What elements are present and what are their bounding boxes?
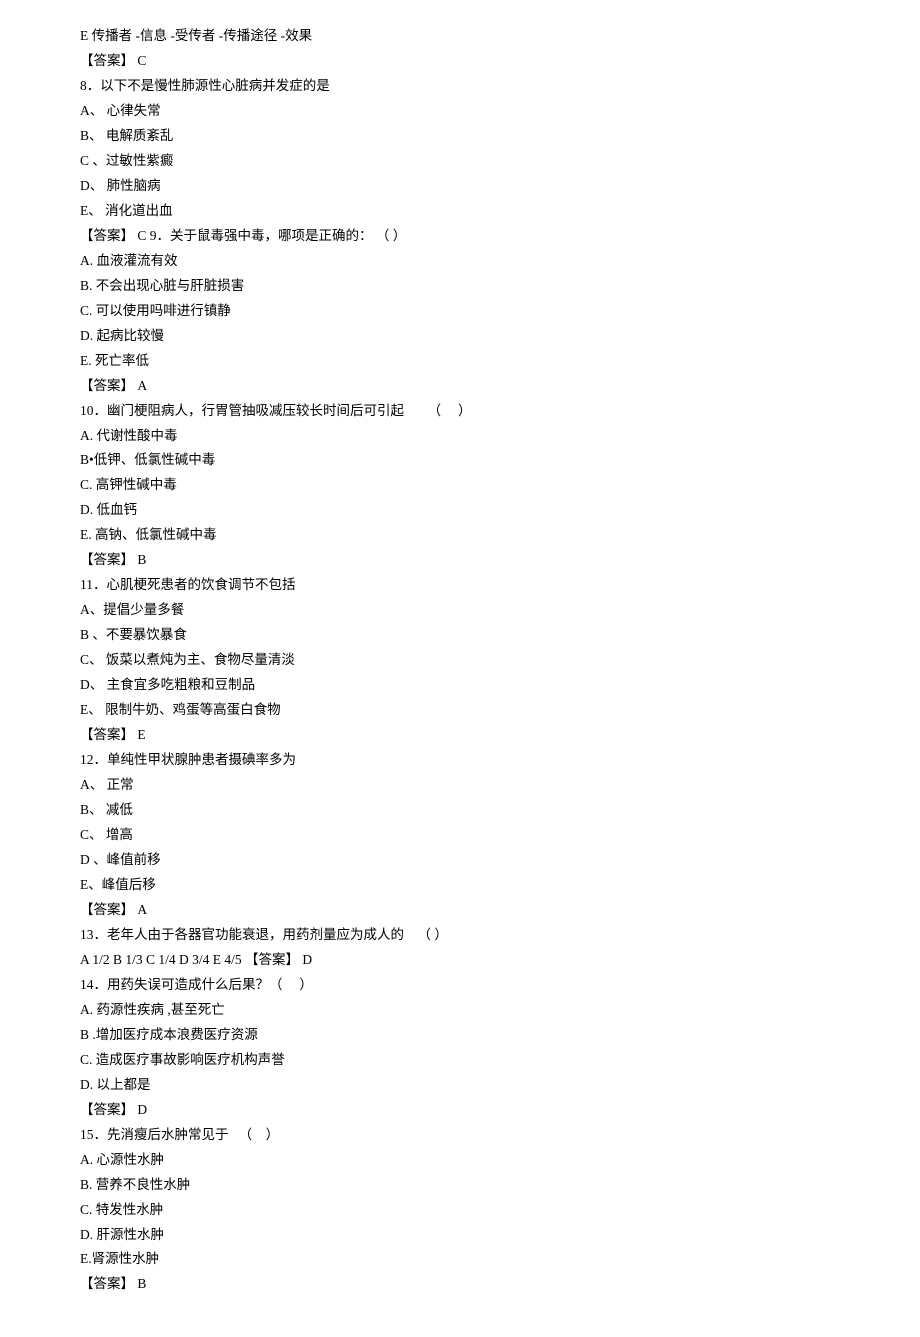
answer-question-line: 【答案】 C 9．关于鼠毒强中毒，哪项是正确的： （ ） <box>80 224 840 249</box>
option-line: C. 特发性水肿 <box>80 1198 840 1223</box>
option-line: D、 肺性脑病 <box>80 174 840 199</box>
option-line: C. 高钾性碱中毒 <box>80 473 840 498</box>
option-line: D. 起病比较慢 <box>80 324 840 349</box>
option-line: E. 高钠、低氯性碱中毒 <box>80 523 840 548</box>
option-line: A、提倡少量多餐 <box>80 598 840 623</box>
document-page: E 传播者 -信息 -受传者 -传播途径 -效果 【答案】 C 8．以下不是慢性… <box>0 0 920 1337</box>
question-line: 10．幽门梗阻病人，行胃管抽吸减压较长时间后可引起 （ ） <box>80 399 840 424</box>
option-line: A. 代谢性酸中毒 <box>80 424 840 449</box>
answer-line: 【答案】 A <box>80 374 840 399</box>
answer-line: 【答案】 E <box>80 723 840 748</box>
option-line: B. 不会出现心脏与肝脏损害 <box>80 274 840 299</box>
option-line: E. 死亡率低 <box>80 349 840 374</box>
option-line: C、 饭菜以煮炖为主、食物尽量清淡 <box>80 648 840 673</box>
option-line: C. 造成医疗事故影响医疗机构声誉 <box>80 1048 840 1073</box>
option-line: E、 消化道出血 <box>80 199 840 224</box>
option-line: B .增加医疗成本浪费医疗资源 <box>80 1023 840 1048</box>
option-line: C 、过敏性紫癜 <box>80 149 840 174</box>
option-line: D. 低血钙 <box>80 498 840 523</box>
option-line: B. 营养不良性水肿 <box>80 1173 840 1198</box>
question-line: 11．心肌梗死患者的饮食调节不包括 <box>80 573 840 598</box>
option-line: A. 心源性水肿 <box>80 1148 840 1173</box>
answer-line: 【答案】 B <box>80 548 840 573</box>
text-line: E 传播者 -信息 -受传者 -传播途径 -效果 <box>80 24 840 49</box>
option-line: E、峰值后移 <box>80 873 840 898</box>
option-line: E.肾源性水肿 <box>80 1247 840 1272</box>
option-line: B 、不要暴饮暴食 <box>80 623 840 648</box>
option-line: D、 主食宜多吃粗粮和豆制品 <box>80 673 840 698</box>
option-line: E、 限制牛奶、鸡蛋等高蛋白食物 <box>80 698 840 723</box>
option-line: B•低钾、低氯性碱中毒 <box>80 448 840 473</box>
option-line: A、 心律失常 <box>80 99 840 124</box>
option-line: D. 以上都是 <box>80 1073 840 1098</box>
option-line: A. 药源性疾病 ,甚至死亡 <box>80 998 840 1023</box>
question-line: 8．以下不是慢性肺源性心脏病并发症的是 <box>80 74 840 99</box>
option-line: C、 增高 <box>80 823 840 848</box>
answer-line: 【答案】 B <box>80 1272 840 1297</box>
option-line: D. 肝源性水肿 <box>80 1223 840 1248</box>
question-line: 13．老年人由于各器官功能衰退，用药剂量应为成人的 （ ） <box>80 923 840 948</box>
question-line: 12．单纯性甲状腺肿患者摄碘率多为 <box>80 748 840 773</box>
option-line: B、 电解质紊乱 <box>80 124 840 149</box>
option-line: A. 血液灌流有效 <box>80 249 840 274</box>
option-line: C. 可以使用吗啡进行镇静 <box>80 299 840 324</box>
answer-line: 【答案】 D <box>80 1098 840 1123</box>
option-answer-line: A 1/2 B 1/3 C 1/4 D 3/4 E 4/5 【答案】 D <box>80 948 840 973</box>
question-line: 14．用药失误可造成什么后果？（ ） <box>80 973 840 998</box>
option-line: B、 减低 <box>80 798 840 823</box>
option-line: D 、峰值前移 <box>80 848 840 873</box>
answer-line: 【答案】 A <box>80 898 840 923</box>
option-line: A、 正常 <box>80 773 840 798</box>
answer-line: 【答案】 C <box>80 49 840 74</box>
question-line: 15．先消瘦后水肿常见于 （ ） <box>80 1123 840 1148</box>
